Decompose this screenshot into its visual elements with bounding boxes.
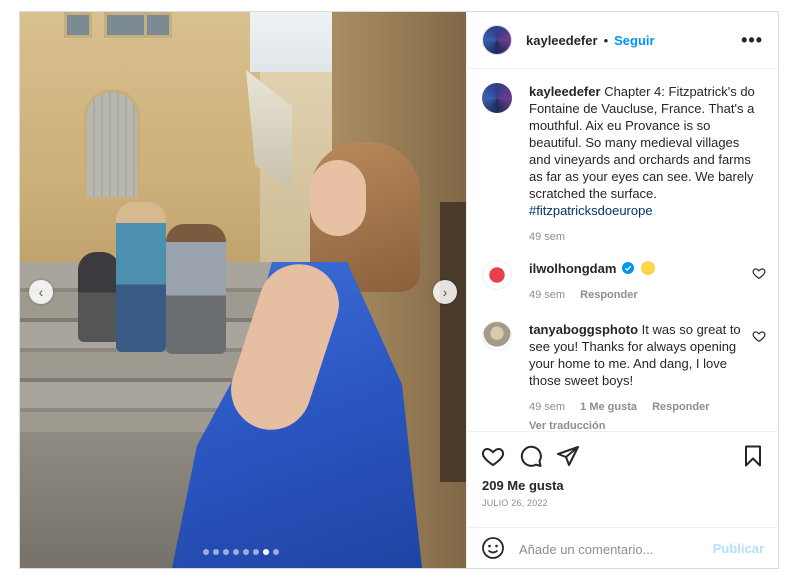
translate-row: Ver traducción [529,418,749,431]
post-actions: 209 Me gusta JULIO 26, 2022 [467,431,779,527]
post-photo[interactable]: ‹ › [20,12,466,568]
pillar-shadow [440,202,466,482]
see-translation-button[interactable]: Ver traducción [529,420,605,431]
save-bookmark-icon[interactable] [741,444,765,468]
comment-time[interactable]: 49 sem [529,289,565,301]
reply-button[interactable]: Responder [580,289,637,301]
chevron-left-icon: ‹ [38,284,44,300]
caption-meta: 49 sem [529,229,759,246]
comment-likes[interactable]: 1 Me gusta [580,401,637,413]
like-comment-heart-icon[interactable] [752,329,766,343]
like-heart-icon[interactable] [481,444,505,468]
caption-username[interactable]: kayleedefer [529,84,601,99]
child-figure [166,224,226,354]
comment-meta: 49 sem Responder [529,287,749,304]
child-figure [116,202,166,352]
reply-button[interactable]: Responder [652,401,709,413]
carousel-dot [243,549,249,555]
carousel-dot [253,549,259,555]
avatar[interactable] [482,260,512,290]
avatar[interactable] [482,321,512,351]
comment-username[interactable]: tanyaboggsphoto [529,322,638,337]
emoji-smile-icon[interactable] [481,536,505,560]
carousel-dot [223,549,229,555]
caption-text: Chapter 4: Fitzpatrick's do Fontaine de … [529,84,755,201]
caption-hashtag[interactable]: #fitzpatricksdoeurope [529,203,653,218]
likes-count[interactable]: 209 Me gusta [482,478,564,493]
instagram-post: ‹ › kayleedefer • Seguir ••• kayleedefer… [19,11,779,569]
comments-list[interactable]: kayleedefer Chapter 4: Fitzpatrick's do … [467,69,779,431]
caption-time[interactable]: 49 sem [529,231,565,243]
carousel-prev-button[interactable]: ‹ [29,280,53,304]
more-options-icon[interactable]: ••• [741,30,763,51]
separator-dot: • [603,32,609,48]
comment-time[interactable]: 49 sem [529,401,565,413]
publish-button[interactable]: Publicar [713,541,764,556]
child-figure [78,252,120,342]
carousel-dot [233,549,239,555]
chevron-right-icon: › [442,284,448,300]
comment-input[interactable] [519,539,709,559]
window [144,12,172,38]
carousel-dot [203,549,209,555]
carousel-dot [263,549,269,555]
add-comment-bar: Publicar [467,527,779,568]
avatar[interactable] [482,83,512,113]
comment-meta: 49 sem 1 Me gusta Responder [529,399,749,416]
window [104,12,148,38]
post-header: kayleedefer • Seguir ••• [467,12,779,69]
woman-face [310,160,366,236]
carousel-next-button[interactable]: › [433,280,457,304]
share-paper-plane-icon[interactable] [556,444,580,468]
star-struck-emoji-icon [640,261,655,275]
carousel-dot [273,549,279,555]
comment-bubble-icon[interactable] [519,444,543,468]
comment-username[interactable]: ilwolhongdam [529,261,616,276]
carousel-indicator [203,549,279,555]
follow-button[interactable]: Seguir [614,33,654,48]
post-side-panel: kayleedefer • Seguir ••• kayleedefer Cha… [466,12,779,568]
verified-badge-icon [620,261,638,276]
author-username[interactable]: kayleedefer [526,33,598,48]
post-date: JULIO 26, 2022 [482,498,548,508]
avatar[interactable] [482,25,512,55]
like-comment-heart-icon[interactable] [752,266,766,280]
window-shutter [84,90,140,200]
carousel-dot [213,549,219,555]
window [64,12,92,38]
